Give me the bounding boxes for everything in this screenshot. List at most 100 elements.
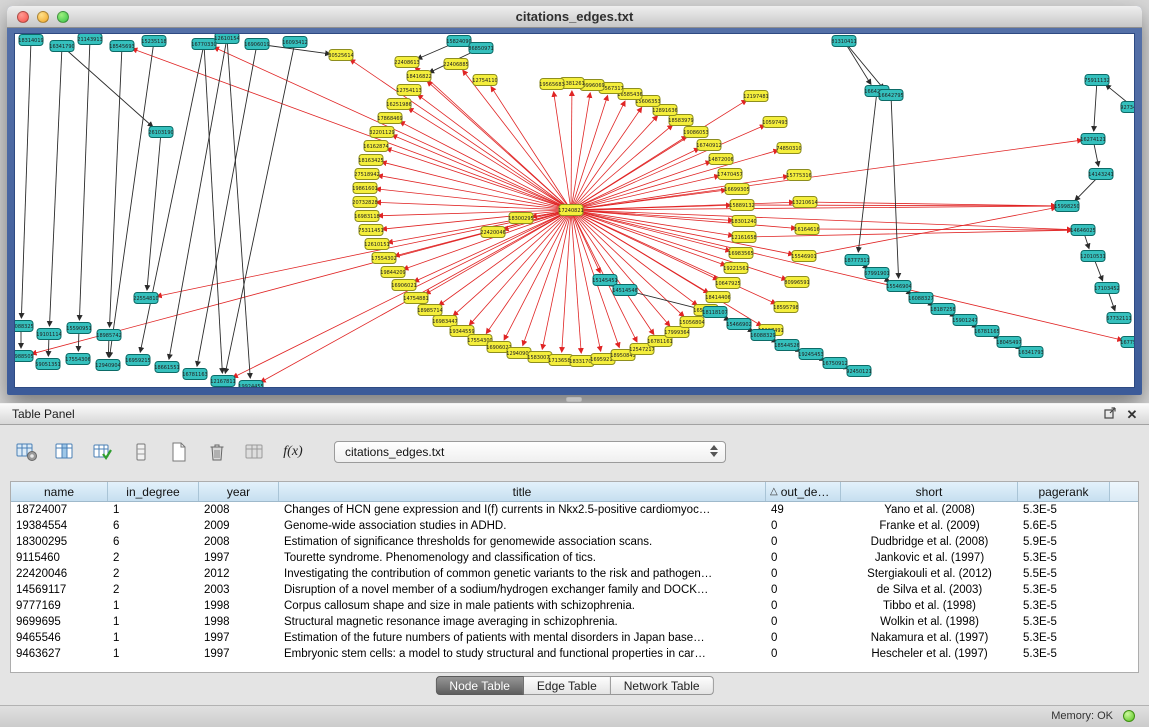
graph-edge[interactable] — [571, 210, 600, 273]
table-cell[interactable]: 0 — [766, 568, 841, 580]
graph-edge[interactable] — [571, 162, 711, 210]
table-cell[interactable]: 14569117 — [11, 584, 108, 596]
table-cell[interactable]: 0 — [766, 584, 841, 596]
graph-node[interactable]: 18544526 — [774, 340, 799, 351]
function-builder-button[interactable]: f(x) — [280, 439, 306, 465]
table-cell[interactable]: 1997 — [199, 648, 279, 660]
table-cell[interactable]: 5.3E-5 — [1018, 632, 1110, 644]
graph-edge[interactable] — [386, 148, 571, 210]
table-row[interactable]: 969969511998Structural magnetic resonanc… — [11, 614, 1138, 630]
table-cell[interactable]: Yano et al. (2008) — [841, 504, 1018, 516]
graph-node[interactable]: 18545693 — [109, 41, 134, 52]
panel-splitter-handle[interactable] — [566, 397, 582, 402]
graph-node[interactable]: 16983565 — [728, 248, 753, 259]
graph-node[interactable]: 32201129 — [369, 127, 394, 138]
graph-edge[interactable] — [1094, 80, 1097, 131]
network-graph-svg[interactable]: 1724082122408613184168221275411316251986… — [15, 34, 1135, 388]
graph-node[interactable]: 15546901 — [791, 251, 816, 262]
graph-node[interactable]: 16642795 — [878, 90, 903, 101]
graph-node[interactable]: 15056804 — [679, 317, 704, 328]
graph-node[interactable]: 17999364 — [664, 327, 689, 338]
table-cell[interactable]: 0 — [766, 536, 841, 548]
graph-edge[interactable] — [225, 42, 295, 373]
graph-edge[interactable] — [571, 148, 699, 210]
tab-node-table[interactable]: Node Table — [435, 676, 524, 695]
import-table-button[interactable] — [242, 439, 268, 465]
graph-node[interactable]: 16959215 — [125, 355, 150, 366]
graph-edge[interactable] — [571, 96, 608, 210]
graph-node[interactable]: 19844209 — [380, 267, 405, 278]
table-cell[interactable]: 5.3E-5 — [1018, 504, 1110, 516]
graph-node[interactable]: 92450121 — [846, 366, 871, 377]
table-cell[interactable]: 5.9E-5 — [1018, 536, 1110, 548]
table-row[interactable]: 946362711997Embryonic stem cells: a mode… — [11, 646, 1138, 662]
graph-node[interactable]: 10647925 — [715, 278, 740, 289]
graph-node[interactable]: 16162874 — [363, 141, 388, 152]
graph-edge[interactable] — [463, 70, 571, 210]
table-cell[interactable]: 1 — [108, 632, 199, 644]
graph-node[interactable]: 19861601 — [352, 183, 377, 194]
graph-node[interactable]: 15145451 — [592, 275, 617, 286]
minimize-window-button[interactable] — [37, 11, 49, 23]
graph-edge[interactable] — [147, 132, 161, 290]
graph-node[interactable]: 22408613 — [394, 57, 419, 68]
graph-edge[interactable] — [571, 210, 581, 353]
table-cell[interactable]: 2012 — [199, 568, 279, 580]
close-panel-icon[interactable]: ✕ — [1123, 406, 1141, 423]
graph-node[interactable]: 17554306 — [65, 354, 90, 365]
graph-node[interactable]: 19924455 — [238, 381, 263, 389]
graph-node[interactable]: 26103190 — [148, 127, 173, 138]
select-columns-button[interactable] — [90, 439, 116, 465]
graph-node[interactable]: 16983118 — [354, 211, 379, 222]
table-cell[interactable]: 2 — [108, 568, 199, 580]
graph-edge[interactable] — [110, 41, 154, 357]
new-column-button[interactable] — [166, 439, 192, 465]
table-cell[interactable]: Disruption of a novel member of a sodium… — [279, 584, 766, 596]
graph-node[interactable]: 16740912 — [696, 140, 721, 151]
graph-node[interactable]: 74850310 — [776, 143, 801, 154]
graph-node[interactable]: 16983447 — [432, 316, 457, 327]
table-cell[interactable]: Stergiakouli et al. (2012) — [841, 568, 1018, 580]
table-cell[interactable]: 0 — [766, 648, 841, 660]
graph-node[interactable]: 16770330 — [191, 39, 216, 50]
table-cell[interactable]: Corpus callosum shape and size in male p… — [279, 600, 766, 612]
graph-node[interactable]: 18416822 — [406, 71, 431, 82]
table-cell[interactable]: Estimation of significance thresholds fo… — [279, 536, 766, 548]
table-cell[interactable]: Hescheler et al. (1997) — [841, 648, 1018, 660]
graph-edge[interactable] — [418, 95, 571, 210]
table-cell[interactable]: 2008 — [199, 536, 279, 548]
tab-network-table[interactable]: Network Table — [611, 676, 714, 695]
graph-node[interactable]: 14754881 — [403, 293, 428, 304]
graph-edge[interactable] — [844, 41, 884, 89]
table-cell[interactable]: 49 — [766, 504, 841, 516]
graph-node[interactable]: 19101114 — [36, 329, 61, 340]
graph-node[interactable]: 86850971 — [468, 43, 493, 54]
graph-node[interactable]: 16274121 — [1080, 134, 1105, 145]
graph-edge[interactable] — [844, 41, 871, 84]
table-cell[interactable]: 0 — [766, 520, 841, 532]
graph-node[interactable]: 12754113 — [396, 85, 421, 96]
graph-node[interactable]: 12754110 — [472, 75, 497, 86]
table-cell[interactable]: 1998 — [199, 616, 279, 628]
graph-node[interactable]: 75311451 — [358, 225, 383, 236]
graph-edge[interactable] — [204, 44, 222, 373]
graph-node[interactable]: 18777311 — [844, 255, 869, 266]
graph-edge[interactable] — [571, 125, 672, 210]
graph-node[interactable]: 14514546 — [612, 285, 637, 296]
graph-node[interactable]: 20732828 — [352, 197, 377, 208]
graph-node[interactable]: 16781163 — [182, 369, 207, 380]
graph-edge[interactable] — [439, 210, 571, 305]
table-cell[interactable]: Investigating the contribution of common… — [279, 568, 766, 580]
table-row[interactable]: 1456911722003Disruption of a novel membe… — [11, 582, 1138, 598]
graph-node[interactable]: 67991901 — [864, 268, 889, 279]
graph-node[interactable]: 12940904 — [95, 360, 120, 371]
graph-node[interactable]: 16341793 — [1018, 347, 1043, 358]
graph-node[interactable]: 12610151 — [364, 239, 389, 250]
graph-edge[interactable] — [571, 140, 1082, 210]
graph-edge[interactable] — [227, 38, 250, 378]
column-header-title[interactable]: title — [279, 482, 766, 501]
graph-edge[interactable] — [378, 175, 571, 210]
table-cell[interactable]: Estimation of the future numbers of pati… — [279, 632, 766, 644]
graph-node[interactable]: 15901247 — [952, 315, 977, 326]
graph-node[interactable]: 16775432 — [1120, 337, 1135, 348]
